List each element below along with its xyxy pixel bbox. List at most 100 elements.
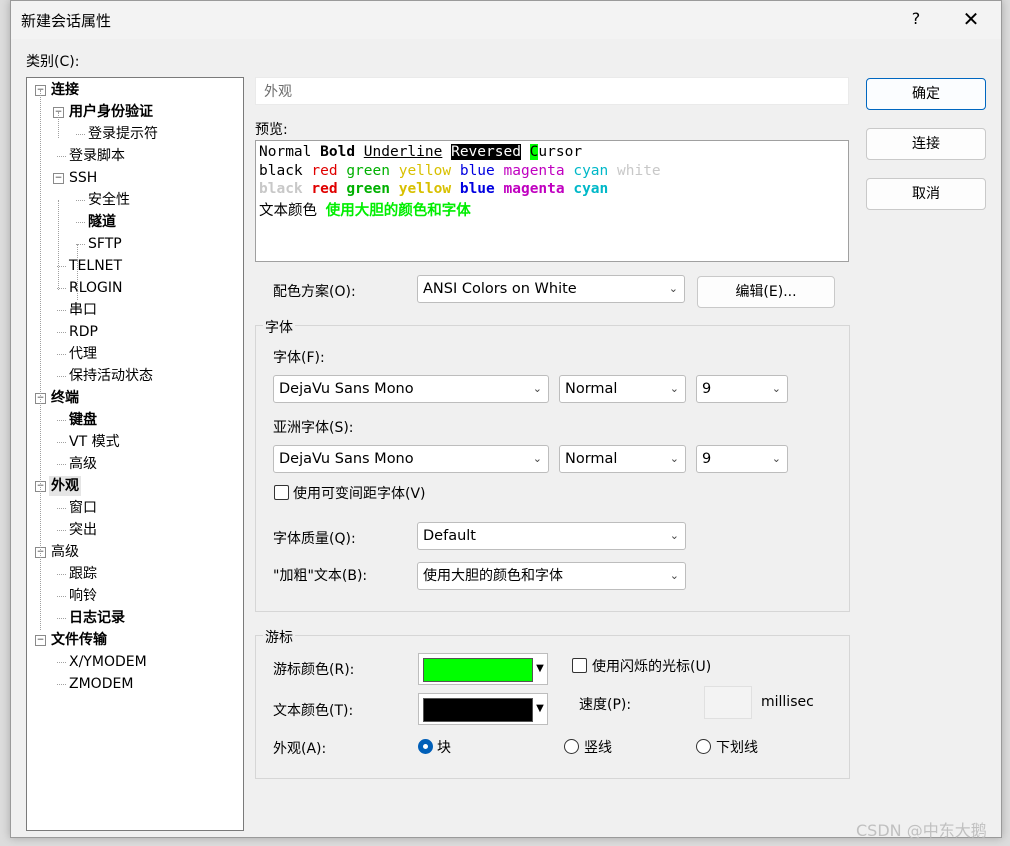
tree-item[interactable]: 代理 bbox=[69, 344, 97, 364]
tree-item[interactable]: 高级 bbox=[69, 454, 97, 474]
asian-font-weight-value: Normal bbox=[565, 451, 618, 467]
chevron-down-icon: ⌄ bbox=[669, 569, 679, 582]
category-tree[interactable]: − 连接 − 用户身份验证 登录提示符 登录脚本 − SSH 安全性 隧道 SFTP TELNET RL… bbox=[26, 77, 244, 831]
tree-item[interactable]: RDP bbox=[69, 322, 98, 342]
text-color-swatch bbox=[423, 698, 533, 722]
tree-item[interactable]: 跟踪 bbox=[69, 564, 97, 584]
session-properties-dialog: 新建会话属性 ? ✕ 类别(C): − 连接 − 用户身份验证 登录提示符 登录脚本 − SS… bbox=[10, 0, 1002, 838]
tree-guide-line bbox=[77, 244, 78, 300]
edit-scheme-button[interactable]: 编辑(E)... bbox=[697, 276, 835, 308]
variable-font-checkbox[interactable] bbox=[274, 485, 289, 500]
tree-item[interactable]: 登录提示符 bbox=[88, 124, 158, 144]
speed-input[interactable] bbox=[704, 686, 752, 719]
asian-font-weight-select[interactable]: Normal ⌄ bbox=[559, 445, 686, 473]
font-size-select[interactable]: 9 ⌄ bbox=[696, 375, 788, 403]
radio-underline[interactable] bbox=[696, 739, 711, 754]
radio-vertical-line[interactable] bbox=[564, 739, 579, 754]
cursor-color-picker[interactable]: ▼ bbox=[418, 653, 548, 685]
scheme-label: 配色方案(O): bbox=[273, 284, 356, 300]
font-quality-label: 字体质量(Q): bbox=[273, 531, 356, 547]
tree-item[interactable]: 用户身份验证 bbox=[69, 102, 153, 122]
tree-connector bbox=[57, 354, 66, 355]
font-quality-select[interactable]: Default ⌄ bbox=[417, 522, 686, 550]
preview-line-text-color: 文本颜色 使用大胆的颜色和字体 bbox=[259, 202, 845, 221]
bold-text-label: "加粗"文本(B): bbox=[273, 568, 368, 584]
tree-item[interactable]: 高级 bbox=[51, 542, 79, 562]
window-title: 新建会话属性 bbox=[21, 12, 112, 30]
radio-block[interactable] bbox=[418, 739, 433, 754]
chevron-down-icon: ⌄ bbox=[532, 382, 542, 395]
preview-reversed: Reversed bbox=[451, 144, 521, 160]
cursor-color-label: 游标颜色(R): bbox=[273, 662, 355, 678]
tree-item[interactable]: 突出 bbox=[69, 520, 97, 540]
help-button[interactable]: ? bbox=[906, 9, 926, 28]
chevron-down-icon: ⌄ bbox=[669, 529, 679, 542]
tree-item[interactable]: SFTP bbox=[88, 234, 122, 254]
close-button[interactable]: ✕ bbox=[956, 7, 986, 31]
tree-item[interactable]: 登录脚本 bbox=[69, 146, 125, 166]
tree-item[interactable]: ZMODEM bbox=[69, 674, 133, 694]
tree-item[interactable]: 响铃 bbox=[69, 586, 97, 606]
blink-cursor-checkbox[interactable] bbox=[572, 658, 587, 673]
preview-color-white: white bbox=[617, 162, 661, 179]
tree-item[interactable]: 连接 bbox=[51, 80, 79, 100]
preview-underline: Underline bbox=[363, 144, 443, 160]
preview-line-bold-colors: black red green yellow blue magenta cyan bbox=[259, 180, 845, 199]
preview-bold-red: red bbox=[311, 181, 338, 197]
preview-line-styles: Normal Bold Underline Reversed Cursor bbox=[259, 143, 845, 162]
preview-bold-sample: 使用大胆的颜色和字体 bbox=[325, 202, 471, 219]
tree-item[interactable]: X/YMODEM bbox=[69, 652, 147, 672]
preview-color-red: red bbox=[311, 162, 338, 179]
scheme-select[interactable]: ANSI Colors on White ⌄ bbox=[417, 275, 685, 303]
tree-item[interactable]: 文件传输 bbox=[51, 630, 107, 650]
preview-color-black: black bbox=[259, 162, 303, 179]
preview-bold-yellow: yellow bbox=[398, 181, 452, 197]
tree-item[interactable]: VT 模式 bbox=[69, 432, 120, 452]
preview-color-cyan: cyan bbox=[573, 162, 609, 179]
tree-item[interactable]: SSH bbox=[69, 168, 97, 188]
preview-color-magenta: magenta bbox=[503, 162, 565, 179]
preview-bold-blue: blue bbox=[459, 181, 495, 197]
tree-item[interactable]: 保持活动状态 bbox=[69, 366, 153, 386]
tree-connector bbox=[57, 156, 66, 157]
preview-line-colors: black red green yellow blue magenta cyan… bbox=[259, 162, 845, 181]
preview-bold-black: black bbox=[259, 181, 303, 197]
tree-connector bbox=[57, 376, 66, 377]
tree-connector bbox=[76, 222, 85, 223]
tree-item[interactable]: 键盘 bbox=[69, 410, 97, 430]
bold-text-select[interactable]: 使用大胆的颜色和字体 ⌄ bbox=[417, 562, 686, 590]
asian-font-select[interactable]: DejaVu Sans Mono ⌄ bbox=[273, 445, 549, 473]
tree-connector bbox=[57, 310, 66, 311]
font-select[interactable]: DejaVu Sans Mono ⌄ bbox=[273, 375, 549, 403]
font-quality-value: Default bbox=[423, 528, 476, 544]
speed-unit: millisec bbox=[761, 694, 814, 710]
tree-connector bbox=[57, 508, 66, 509]
watermark: CSDN @中东大鹅 bbox=[856, 821, 987, 840]
tree-connector bbox=[57, 332, 66, 333]
tree-item[interactable]: 日志记录 bbox=[69, 608, 125, 628]
tree-connector bbox=[57, 464, 66, 465]
tree-connector bbox=[76, 200, 85, 201]
connect-button[interactable]: 连接 bbox=[866, 128, 986, 160]
tree-item[interactable]: 安全性 bbox=[88, 190, 130, 210]
preview-bold: Bold bbox=[320, 144, 356, 160]
tree-item[interactable]: 隧道 bbox=[88, 212, 116, 232]
tree-item[interactable]: 外观 bbox=[49, 476, 81, 496]
tree-item[interactable]: 终端 bbox=[51, 388, 79, 408]
text-color-picker[interactable]: ▼ bbox=[418, 693, 548, 725]
tree-item[interactable]: 窗口 bbox=[69, 498, 97, 518]
font-weight-value: Normal bbox=[565, 381, 618, 397]
ok-button[interactable]: 确定 bbox=[866, 78, 986, 110]
cursor-color-swatch bbox=[423, 658, 533, 682]
tree-expander-icon[interactable]: − bbox=[35, 635, 46, 646]
tree-connector bbox=[57, 662, 66, 663]
tree-connector bbox=[57, 574, 66, 575]
tree-guide-line bbox=[58, 200, 59, 290]
preview-box: Normal Bold Underline Reversed Cursor bl… bbox=[255, 140, 849, 262]
tree-expander-icon[interactable]: − bbox=[53, 173, 64, 184]
tree-item[interactable]: 串口 bbox=[69, 300, 97, 320]
preview-bold-cyan: cyan bbox=[573, 181, 609, 197]
cancel-button[interactable]: 取消 bbox=[866, 178, 986, 210]
asian-font-size-select[interactable]: 9 ⌄ bbox=[696, 445, 788, 473]
font-weight-select[interactable]: Normal ⌄ bbox=[559, 375, 686, 403]
